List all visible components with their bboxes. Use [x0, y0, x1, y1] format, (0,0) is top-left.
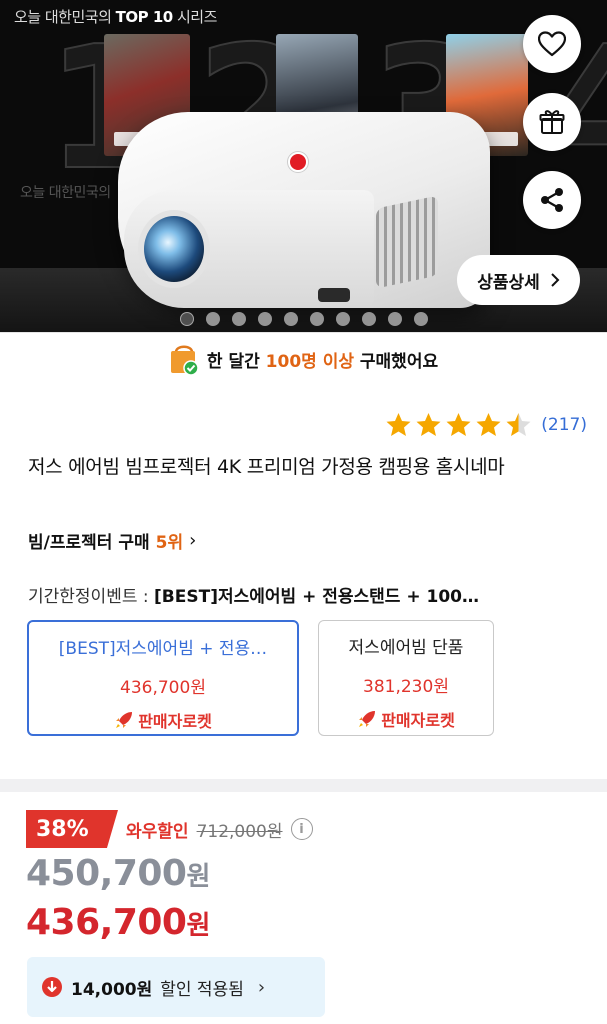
rocket-badge: 판매자로켓	[29, 708, 297, 732]
coupon-text: 할인 적용됨	[160, 979, 244, 1000]
heart-icon	[538, 31, 566, 57]
carousel-dots[interactable]	[180, 312, 428, 326]
info-icon[interactable]: i	[290, 818, 313, 840]
star-icon	[446, 413, 471, 436]
gift-button[interactable]	[523, 93, 581, 151]
carousel-dot[interactable]	[206, 312, 220, 326]
sale-price-number: 450,700	[26, 853, 187, 894]
purchase-count-banner: 한 달간 100명 이상 구매했어요	[0, 336, 607, 382]
coupon-amount: 14,000원	[71, 979, 153, 1000]
limited-event: 기간한정이벤트 : [BEST]저스에어빔 + 전용스탠드 + 100…	[28, 582, 584, 607]
carousel-dot[interactable]	[284, 312, 298, 326]
gift-icon	[539, 110, 565, 134]
rating-summary[interactable]: (217)	[385, 411, 587, 438]
rank-position: 5위	[155, 533, 184, 553]
discount-badge: 38%	[26, 810, 118, 848]
rocket-badge: 판매자로켓	[319, 707, 493, 731]
star-icon	[386, 413, 411, 436]
rank-category: 빔/프로젝터 구매	[28, 533, 150, 553]
currency-unit: 원	[186, 862, 210, 892]
product-detail-button[interactable]: 상품상세	[457, 255, 580, 305]
carousel-dot[interactable]	[388, 312, 402, 326]
final-price: 436,700원	[26, 902, 210, 943]
chevron-right-icon: ›	[189, 530, 197, 551]
option-card-selected[interactable]: [BEST]저스에어빔 + 전용… 436,700원 판매자로켓	[27, 620, 299, 736]
lens-graphic	[138, 210, 210, 288]
share-button[interactable]	[523, 171, 581, 229]
carousel-dot[interactable]	[336, 312, 350, 326]
carousel-dot[interactable]	[310, 312, 324, 326]
coupon-applied-button[interactable]: 14,000원 할인 적용됨 ›	[27, 957, 325, 1017]
projector-image	[118, 112, 490, 308]
rocket-badge-label: 판매자로켓	[138, 712, 212, 731]
currency-unit: 원	[186, 911, 210, 941]
carousel-dot[interactable]	[362, 312, 376, 326]
chevron-right-icon: ›	[257, 976, 266, 998]
product-image-carousel[interactable]: 오늘 대한민국의 TOP 10 시리즈 1 2 3 4 오늘 대한민국의 상품상…	[0, 0, 607, 332]
purchase-highlight: 100명 이상	[265, 351, 354, 372]
option-name: [BEST]저스에어빔 + 전용…	[58, 639, 268, 659]
final-price-number: 436,700	[26, 902, 187, 943]
event-value: [BEST]저스에어빔 + 전용스탠드 + 100…	[154, 587, 480, 607]
carousel-dot[interactable]	[258, 312, 272, 326]
brand-logo	[288, 152, 308, 172]
star-rating	[385, 411, 532, 438]
option-name: 저스에어빔 단품	[348, 638, 464, 658]
star-icon	[506, 413, 531, 436]
star-icon	[416, 413, 441, 436]
option-card[interactable]: 저스에어빔 단품 381,230원 판매자로켓	[318, 620, 494, 736]
share-icon	[541, 188, 563, 212]
carousel-dot[interactable]	[232, 312, 246, 326]
rocket-icon	[359, 711, 376, 727]
original-price: 712,000원	[196, 821, 283, 842]
hero-caption-mid: 오늘 대한민국의	[20, 185, 111, 201]
product-title: 저스 에어빔 빔프로젝터 4K 프리미엄 가정용 캠핑용 홈시네마	[28, 456, 505, 478]
rocket-icon	[116, 712, 133, 728]
rocket-badge-label: 판매자로켓	[381, 711, 455, 730]
divider	[0, 332, 607, 333]
arrow-down-circle-icon	[42, 977, 62, 997]
carousel-dot[interactable]	[414, 312, 428, 326]
section-separator	[0, 779, 607, 792]
category-rank-link[interactable]: 빔/프로젝터 구매 5위 ›	[28, 528, 196, 553]
wow-discount-label: 와우할인	[126, 821, 189, 842]
sale-price: 450,700원	[26, 853, 210, 894]
carousel-dot[interactable]	[180, 312, 194, 326]
event-label: 기간한정이벤트 :	[28, 587, 155, 607]
option-price: 381,230원	[363, 677, 449, 697]
product-detail-label: 상품상세	[477, 272, 540, 293]
purchase-suffix: 구매했어요	[353, 351, 439, 372]
chevron-right-icon	[551, 273, 560, 287]
discount-row: 38% 와우할인 712,000원 i	[26, 810, 313, 848]
review-count-link[interactable]: (217)	[541, 415, 587, 435]
purchase-prefix: 한 달간	[206, 351, 266, 372]
star-icon	[476, 413, 501, 436]
wishlist-button[interactable]	[523, 15, 581, 73]
shopping-bag-icon	[170, 345, 199, 376]
option-price: 436,700원	[120, 678, 206, 698]
